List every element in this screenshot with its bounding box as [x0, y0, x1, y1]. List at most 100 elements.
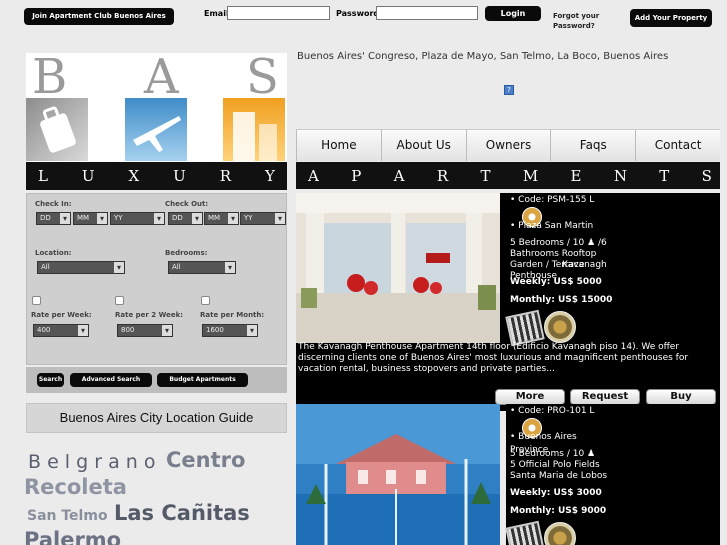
apartments-letter: A [308, 166, 319, 185]
login-button[interactable]: Login [485, 6, 541, 21]
listing-detail: 5 Bedrooms / 10 ♟ /6 [510, 238, 607, 248]
luxury-letter: X [128, 167, 140, 185]
main-nav: Home About Us Owners Faqs Contact [296, 129, 720, 161]
location-label: Location: [35, 249, 72, 257]
building-icon [223, 98, 285, 161]
request-button[interactable]: Request [570, 389, 640, 405]
luxury-letter: U [173, 167, 186, 185]
map-compass-icon[interactable] [544, 311, 576, 343]
listing-photo[interactable] [296, 404, 500, 545]
luxury-letter: U [81, 167, 95, 185]
email-field[interactable] [227, 6, 330, 20]
listing-code: • Code: PRO-101 L [510, 406, 595, 416]
checkout-month-select[interactable]: MM [204, 212, 239, 225]
help-icon[interactable]: ? [504, 85, 514, 95]
listing-detail: 5 Bedrooms / 10 ♟ [510, 449, 596, 459]
nav-contact[interactable]: Contact [635, 130, 720, 161]
apartments-letter: E [570, 166, 582, 185]
luxury-banner: L U X U R Y [26, 162, 287, 190]
checkin-day-select[interactable]: DD [36, 212, 71, 225]
apartments-letter: M [522, 166, 539, 185]
video-icon[interactable] [505, 309, 545, 347]
search-button[interactable]: Search [37, 373, 64, 387]
listing-detail: 5 Official Polo Fields [510, 460, 600, 470]
logo-letter-b: B [32, 53, 68, 105]
bedrooms-label: Bedrooms: [165, 249, 208, 257]
buy-button[interactable]: Buy [646, 389, 716, 405]
nav-home[interactable]: Home [296, 130, 381, 161]
rate-2week-select[interactable]: 800 [117, 324, 173, 337]
listing-area: • Buenos Aires [510, 432, 577, 442]
logo-letter-s: S [246, 53, 279, 105]
apartments-letter: S [701, 166, 712, 185]
search-button-bar: Search Advanced Search Budget Apartments [26, 367, 287, 393]
listing-weekly-price: Weekly: US$ 3000 [510, 488, 602, 498]
listing-description: The Kavanagh Penthouse Apartment 14th fl… [298, 342, 689, 374]
nav-about-us[interactable]: About Us [380, 130, 466, 161]
listing-weekly-price: Weekly: US$ 5000 [510, 277, 602, 287]
tag-recoleta[interactable]: Recoleta [24, 475, 127, 499]
listing-detail: Santa Maria de Lobos [510, 471, 608, 481]
checkout-year-select[interactable]: YY [240, 212, 286, 225]
rate-week-label: Rate per Week: [31, 311, 92, 319]
more-button[interactable]: More [495, 389, 565, 405]
tag-las-canitas[interactable]: Las Cañitas [114, 501, 250, 525]
checkin-label: Check In: [35, 200, 72, 208]
join-club-button[interactable]: Join Apartment Club Buenos Aires [24, 8, 174, 25]
listing-code: • Code: PSM-155 L [510, 195, 595, 205]
neighborhood-tag-cloud: B e l g r a n o Centro Recoleta San Telm… [24, 445, 286, 545]
luggage-icon [26, 98, 88, 161]
listing-info: • Code: PSM-155 L • Plaza San Martin 5 B… [505, 193, 720, 347]
location-select[interactable]: All [37, 261, 125, 274]
bedrooms-select[interactable]: All [168, 261, 236, 274]
password-label: Password [336, 9, 380, 18]
apartments-letter: T [480, 166, 491, 185]
rate-month-checkbox[interactable] [201, 296, 210, 305]
luxury-letter: L [38, 167, 48, 185]
checkin-month-select[interactable]: MM [73, 212, 108, 225]
location-guide-title[interactable]: Buenos Aires City Location Guide [26, 403, 287, 433]
search-panel: Check In: Check Out: DD MM YY DD MM YY L… [26, 193, 287, 365]
budget-apartments-button[interactable]: Budget Apartments [157, 373, 248, 387]
luxury-letter: R [219, 167, 232, 185]
rate-week-checkbox[interactable] [32, 296, 41, 305]
email-label: Email [204, 9, 229, 18]
airplane-icon [125, 98, 187, 161]
location-line: Buenos Aires' Congreso, Plaza de Mayo, S… [297, 51, 669, 62]
logo-letter-a: A [144, 53, 179, 105]
listing-area: • Plaza San Martin [510, 221, 594, 231]
listing-detail-overlay: Kavanagh [562, 260, 607, 270]
luxury-letter: Y [265, 167, 275, 185]
listing-detail: Bathrooms Rooftop [510, 249, 597, 259]
tag-belgrano[interactable]: B e l g r a n o [28, 451, 155, 473]
rate-month-label: Rate per Month: [200, 311, 265, 319]
apartments-letter: R [436, 166, 449, 185]
listing-info: • Code: PRO-101 L • Buenos Aires Provinc… [505, 404, 720, 545]
checkout-day-select[interactable]: DD [168, 212, 203, 225]
video-icon[interactable] [505, 520, 545, 545]
nav-faqs[interactable]: Faqs [550, 130, 636, 161]
rate-month-select[interactable]: 1600 [202, 324, 258, 337]
advanced-search-button[interactable]: Advanced Search [70, 373, 152, 387]
listing-monthly-price: Monthly: US$ 15000 [510, 295, 613, 305]
checkin-year-select[interactable]: YY [110, 212, 165, 225]
rate-2week-label: Rate per 2 Week: [115, 311, 184, 319]
password-field[interactable] [376, 6, 478, 20]
apartments-banner: A P A R T M E N T S [296, 162, 720, 189]
add-property-button[interactable]: Add Your Property [630, 9, 712, 27]
forgot-password-link[interactable]: Forgot your Password? [553, 11, 623, 31]
nav-owners[interactable]: Owners [465, 130, 551, 161]
tag-centro[interactable]: Centro [166, 448, 245, 472]
apartments-letter: N [613, 166, 627, 185]
apartments-letter: A [393, 166, 405, 185]
listing-card: • Code: PSM-155 L • Plaza San Martin 5 B… [296, 193, 720, 411]
checkout-label: Check Out: [165, 200, 209, 208]
map-compass-icon[interactable] [544, 522, 576, 545]
rate-week-select[interactable]: 400 [33, 324, 89, 337]
listing-card: • Code: PRO-101 L • Buenos Aires Provinc… [296, 404, 720, 545]
rate-2week-checkbox[interactable] [115, 296, 124, 305]
apartments-letter: T [659, 166, 670, 185]
tag-san-telmo[interactable]: San Telmo [27, 508, 108, 524]
tag-palermo[interactable]: Palermo [24, 528, 121, 545]
listing-photo[interactable] [296, 193, 500, 343]
